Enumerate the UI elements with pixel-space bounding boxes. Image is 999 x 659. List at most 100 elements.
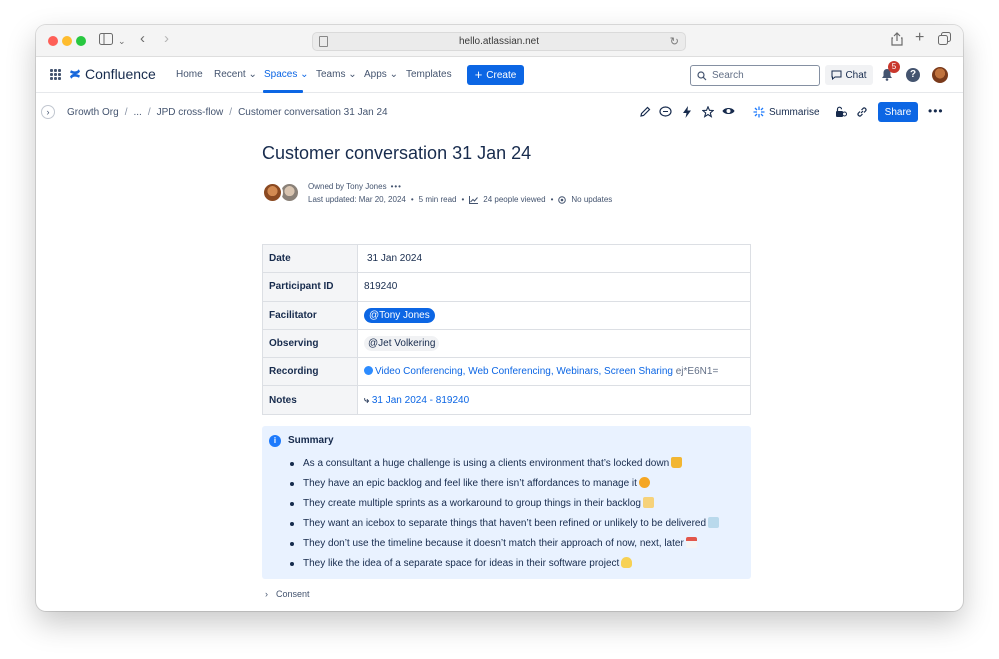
edit-pencil-icon[interactable] — [639, 106, 651, 120]
table-row: Recording Video Conferencing, Web Confer… — [262, 357, 751, 387]
breadcrumb-item[interactable]: JPD cross-flow — [157, 107, 224, 118]
ice-emoji-icon — [708, 517, 720, 528]
back-icon[interactable]: ‹ — [140, 30, 145, 48]
create-button[interactable]: + Create — [467, 65, 524, 85]
list-item-text: They want an icebox to separate things t… — [303, 518, 707, 529]
table-row: Participant ID 819240 — [262, 272, 751, 302]
search-input[interactable]: Search — [690, 65, 820, 86]
list-item-text: As a consultant a huge challenge is usin… — [303, 458, 670, 469]
search-icon — [697, 70, 707, 80]
list-item: They like the idea of a separate space f… — [289, 557, 719, 577]
expand-sidebar-icon[interactable]: › — [41, 105, 55, 119]
chat-button[interactable]: Chat — [825, 65, 873, 85]
forward-icon[interactable]: › — [164, 30, 169, 48]
table-row: Notes ⤷ 31 Jan 2024 - 819240 — [262, 385, 751, 415]
table-value: @Tony Jones — [357, 300, 751, 330]
facilitator-mention[interactable]: @Tony Jones — [364, 307, 435, 323]
participant-info-table: Date 31 Jan 2024 Participant ID 819240 F… — [262, 243, 751, 415]
table-value: Video Conferencing, Web Conferencing, We… — [357, 357, 751, 387]
copy-link-icon[interactable] — [856, 106, 868, 120]
last-updated: Last updated: Mar 20, 2024 — [308, 195, 406, 204]
consent-label: Consent — [276, 589, 310, 599]
page-title: Customer conversation 31 Jan 24 — [262, 143, 532, 163]
sidebar-toggle-icon[interactable] — [99, 32, 113, 50]
close-window-button[interactable] — [48, 36, 58, 46]
breadcrumb-item[interactable]: ... — [133, 107, 141, 118]
reload-icon[interactable]: ↻ — [670, 35, 679, 48]
recording-passcode: ej*E6N1= — [675, 366, 719, 378]
recording-link[interactable]: Video Conferencing, Web Conferencing, We… — [375, 366, 673, 377]
restrictions-lock-icon[interactable] — [835, 106, 847, 120]
chevron-down-icon[interactable]: ⌄ — [118, 32, 126, 50]
breadcrumb: Growth Org / ... / JPD cross-flow / Cust… — [67, 107, 388, 118]
dot-separator: • — [550, 195, 554, 204]
more-actions-icon[interactable]: ••• — [928, 104, 944, 118]
info-icon: i — [269, 435, 281, 447]
updates-status[interactable]: No updates — [571, 195, 612, 204]
nav-templates[interactable]: Templates — [406, 69, 452, 80]
list-item: They create multiple sprints as a workar… — [289, 497, 719, 517]
product-name: Confluence — [85, 66, 156, 82]
dot-separator: • — [461, 195, 465, 204]
breadcrumb-separator: / — [124, 107, 128, 118]
observer-mention[interactable]: @Jet Volkering — [364, 336, 440, 352]
read-time: 5 min read — [418, 195, 457, 204]
owner-more-icon[interactable]: ••• — [391, 182, 402, 191]
table-value: ⤷ 31 Jan 2024 - 819240 — [357, 385, 751, 415]
nav-spaces[interactable]: Spaces ⌄ — [264, 69, 309, 80]
search-placeholder: Search — [712, 70, 744, 81]
table-key: Recording — [262, 357, 358, 387]
summarise-button[interactable]: Summarise — [753, 106, 820, 118]
nav-teams[interactable]: Teams ⌄ — [316, 69, 357, 80]
top-navigation: Confluence Home Recent ⌄ Spaces ⌄ Teams … — [36, 57, 963, 93]
nav-apps[interactable]: Apps ⌄ — [364, 69, 398, 80]
page-header-bar: › Growth Org / ... / JPD cross-flow / Cu… — [36, 93, 963, 131]
ai-sparkle-icon — [753, 106, 765, 118]
calendar-emoji-icon — [685, 537, 697, 548]
chevron-right-icon: › — [265, 589, 268, 599]
list-item: They don’t use the timeline because it d… — [289, 537, 719, 557]
app-switcher-icon[interactable] — [50, 69, 61, 80]
owner-avatar[interactable] — [262, 182, 283, 203]
profile-avatar[interactable] — [932, 67, 948, 83]
table-value: @Jet Volkering — [357, 328, 751, 359]
confluence-logo[interactable]: Confluence — [69, 66, 156, 82]
zoom-logo-icon — [364, 366, 373, 376]
page-metadata: Last updated: Mar 20, 2024 • 5 min read … — [308, 195, 612, 204]
share-icon[interactable] — [891, 32, 903, 51]
table-key: Notes — [262, 385, 358, 415]
bulb-emoji-icon — [621, 557, 633, 568]
owner-text: Owned by Tony Jones — [308, 182, 387, 191]
breadcrumb-item[interactable]: Growth Org — [67, 107, 119, 118]
create-label: Create — [486, 69, 517, 81]
automation-lightning-icon[interactable] — [682, 106, 692, 120]
view-count[interactable]: 24 people viewed — [483, 195, 545, 204]
browser-window: ⌄ ‹ › hello.atlassian.net ↻ + Confluence… — [36, 25, 963, 611]
share-button[interactable]: Share — [878, 102, 918, 122]
table-row: Facilitator @Tony Jones — [262, 300, 751, 330]
minimize-window-button[interactable] — [62, 36, 72, 46]
comment-icon[interactable] — [659, 106, 672, 120]
table-row: Date 31 Jan 2024 — [262, 243, 751, 274]
chat-icon — [831, 70, 842, 80]
notes-link[interactable]: 31 Jan 2024 - 819240 — [372, 395, 469, 406]
table-row: Observing @Jet Volkering — [262, 328, 751, 359]
summary-title: Summary — [288, 435, 334, 446]
maximize-window-button[interactable] — [76, 36, 86, 46]
date-chip[interactable]: 31 Jan 2024 — [364, 253, 425, 264]
consent-expand[interactable]: › Consent — [265, 589, 310, 599]
watch-eye-icon[interactable] — [722, 106, 735, 118]
updates-icon — [558, 195, 567, 204]
breadcrumb-item[interactable]: Customer conversation 31 Jan 24 — [238, 107, 388, 118]
address-bar[interactable]: hello.atlassian.net ↻ — [312, 32, 686, 51]
nav-recent[interactable]: Recent ⌄ — [214, 69, 257, 80]
star-icon[interactable] — [701, 105, 715, 120]
help-icon[interactable]: ? — [906, 68, 920, 82]
new-tab-icon[interactable]: + — [915, 29, 924, 47]
browser-toolbar: ⌄ ‹ › hello.atlassian.net ↻ + — [36, 25, 963, 57]
confluence-logo-icon — [70, 69, 80, 79]
product-discovery-icon: ⤷ — [364, 394, 370, 405]
analytics-chart-icon — [469, 195, 479, 204]
nav-home[interactable]: Home — [176, 69, 203, 80]
tab-overview-icon[interactable] — [938, 32, 951, 50]
